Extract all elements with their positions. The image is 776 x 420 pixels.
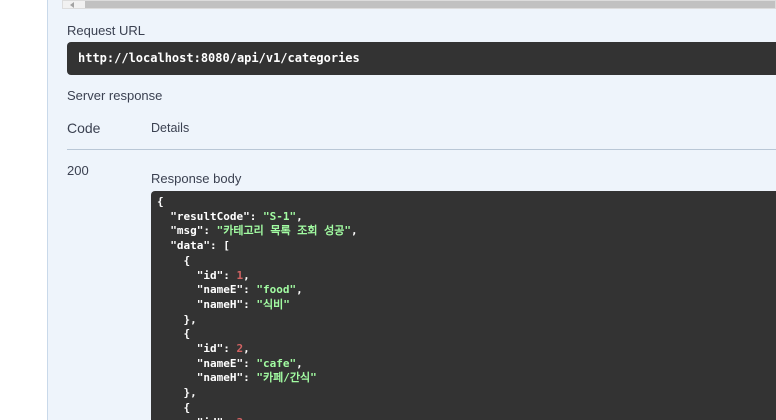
json-key: "data"	[170, 239, 210, 253]
request-url-label: Request URL	[67, 23, 146, 38]
json-key: "id"	[196, 268, 224, 282]
json-key: "resultCode"	[170, 209, 250, 223]
json-key: "id"	[197, 416, 224, 420]
json-key: "nameE"	[196, 283, 244, 297]
json-key: "id"	[196, 342, 224, 356]
response-status-code: 200	[67, 163, 89, 178]
json-key: "nameH"	[196, 297, 244, 311]
server-response-label: Server response	[67, 88, 163, 103]
scrollbar-thumb[interactable]	[85, 1, 775, 8]
json-number: 2	[236, 342, 244, 356]
request-url-text[interactable]: http://localhost:8080/api/v1/categories	[78, 51, 360, 65]
json-string: "카페/간식"	[256, 371, 317, 385]
header-divider	[67, 149, 776, 150]
json-content: { "resultCode": "S-1", "msg": "카테고리 목록 조…	[151, 191, 776, 420]
json-string: "food"	[256, 283, 297, 297]
json-number: 1	[236, 268, 244, 282]
horizontal-scrollbar[interactable]	[62, 0, 776, 9]
left-gutter	[0, 0, 47, 420]
response-body-label: Response body	[151, 171, 242, 186]
json-string: "카테고리 목록 조회 성공"	[216, 224, 351, 238]
details-column-header: Details	[151, 121, 190, 135]
code-column-header: Code	[67, 120, 101, 136]
scroll-left-arrow-icon[interactable]	[70, 2, 74, 8]
request-url-box[interactable]: http://localhost:8080/api/v1/categories	[67, 42, 776, 75]
json-key: "nameH"	[196, 371, 244, 385]
json-string: "식비"	[256, 297, 290, 311]
json-key: "nameE"	[196, 356, 244, 370]
json-string: "cafe"	[256, 356, 297, 370]
response-body-code[interactable]: { "resultCode": "S-1", "msg": "카테고리 목록 조…	[151, 191, 776, 420]
json-key: "msg"	[170, 224, 204, 238]
json-number: 3	[237, 416, 244, 420]
json-string: "S-1"	[262, 209, 297, 223]
